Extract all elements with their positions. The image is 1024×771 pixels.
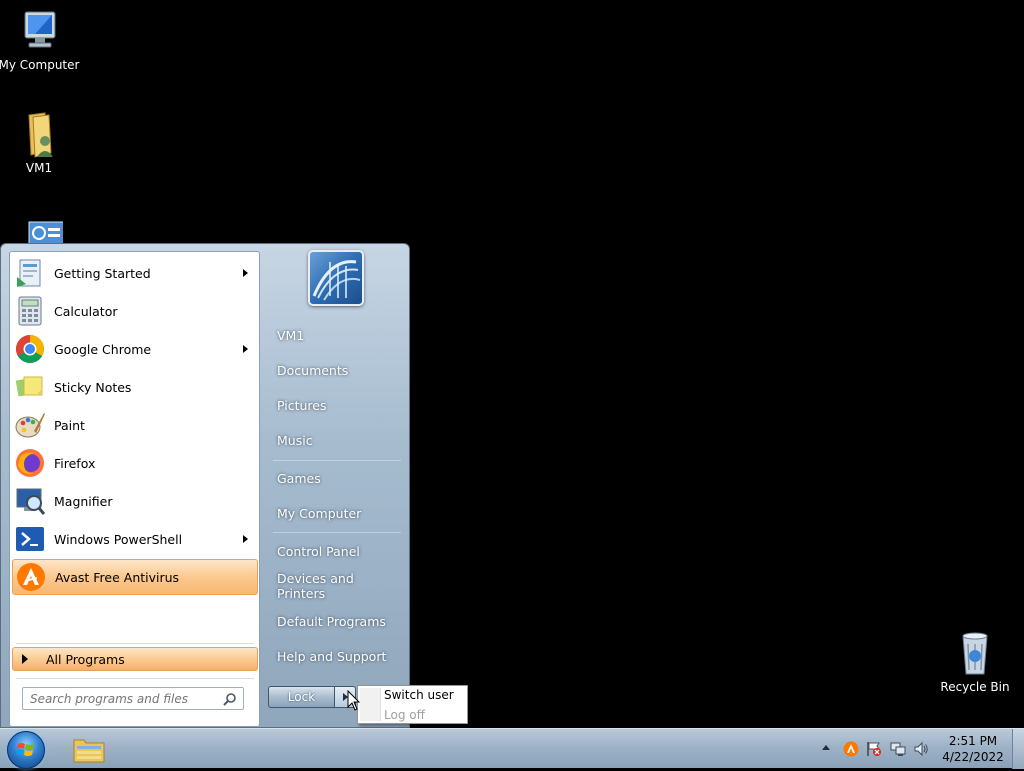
avast-tray-icon[interactable]: [843, 741, 859, 760]
right-item-help-and-support[interactable]: Help and Support: [268, 641, 403, 671]
clock-date: 4/22/2022: [942, 750, 1004, 764]
right-separator: [273, 532, 401, 533]
control-panel-icon: [15, 220, 78, 245]
program-sticky-notes[interactable]: Sticky Notes: [12, 369, 258, 405]
search-box[interactable]: [22, 687, 244, 710]
folder-icon: [73, 739, 105, 763]
right-item-my-computer[interactable]: My Computer: [268, 498, 403, 528]
menu-item-log-off[interactable]: Log off: [384, 708, 425, 722]
all-programs-button[interactable]: All Programs: [12, 647, 258, 671]
menu-gutter: [360, 688, 381, 721]
right-item-documents[interactable]: Documents: [268, 355, 403, 385]
submenu-arrow-icon[interactable]: [243, 269, 248, 277]
calculator-icon: [14, 295, 46, 327]
desktop-icon-control[interactable]: [0, 220, 82, 245]
avast-icon: [15, 561, 47, 593]
program-paint[interactable]: Paint: [12, 407, 258, 443]
program-label: Avast Free Antivirus: [55, 569, 180, 585]
program-label: Firefox: [54, 455, 96, 471]
taskbar-explorer-button[interactable]: [72, 734, 106, 764]
show-desktop-button[interactable]: [1012, 729, 1024, 769]
recycle-bin-icon: [951, 630, 999, 678]
programs-separator: [16, 643, 254, 644]
action-center-flag-icon[interactable]: [866, 741, 882, 760]
right-separator: [273, 460, 401, 461]
submenu-arrow-icon[interactable]: [243, 535, 248, 543]
program-label: Magnifier: [54, 493, 113, 509]
user-picture[interactable]: [308, 250, 364, 306]
program-windows-powershell[interactable]: Windows PowerShell: [12, 521, 258, 557]
getting-started-icon: [14, 257, 46, 289]
all-programs-arrow-icon: [22, 654, 28, 664]
magnifier-icon: [14, 485, 46, 517]
right-item-vm1[interactable]: VM1: [268, 320, 403, 350]
start-button[interactable]: [7, 731, 45, 769]
program-label: Calculator: [54, 303, 118, 319]
show-hidden-icons-icon[interactable]: [822, 745, 830, 750]
program-label: Getting Started: [54, 265, 151, 281]
desktop-icon-label: VM1: [25, 161, 53, 175]
all-programs-label: All Programs: [46, 651, 125, 667]
search-separator: [16, 678, 254, 679]
search-icon[interactable]: [223, 692, 237, 706]
lock-button[interactable]: Lock: [268, 686, 335, 708]
program-getting-started[interactable]: Getting Started: [12, 255, 258, 291]
search-input[interactable]: [30, 689, 215, 708]
clock-time: 2:51 PM: [948, 734, 998, 748]
program-label: Google Chrome: [54, 341, 152, 357]
firefox-icon: [14, 447, 46, 479]
volume-icon[interactable]: [913, 741, 929, 760]
right-item-games[interactable]: Games: [268, 463, 403, 493]
user-folder-icon: [15, 111, 63, 159]
powershell-icon: [14, 523, 46, 555]
windows-logo-icon: [16, 743, 34, 756]
desktop-icon-my-computer[interactable]: My Computer: [0, 8, 82, 72]
taskbar: 2:51 PM 4/22/2022: [0, 728, 1024, 769]
programs-pane: Getting Started Calculator Google Chrome…: [9, 251, 260, 727]
right-item-pictures[interactable]: Pictures: [268, 390, 403, 420]
program-label: Paint: [54, 417, 85, 433]
desktop-icon-vm1[interactable]: VM1: [0, 111, 82, 175]
computer-icon: [15, 8, 63, 56]
chrome-icon: [14, 333, 46, 365]
program-magnifier[interactable]: Magnifier: [12, 483, 258, 519]
right-item-music[interactable]: Music: [268, 425, 403, 455]
user-picture-icon: [312, 260, 361, 301]
network-icon[interactable]: [890, 741, 906, 760]
submenu-arrow-icon[interactable]: [243, 345, 248, 353]
sticky-notes-icon: [14, 371, 46, 403]
program-avast-free-antivirus[interactable]: Avast Free Antivirus: [12, 559, 258, 595]
program-label: Windows PowerShell: [54, 531, 183, 547]
paint-icon: [14, 409, 46, 441]
power-options-menu: Switch user Log off: [357, 685, 468, 724]
right-item-devices-and-printers[interactable]: Devices and Printers: [268, 571, 403, 601]
right-item-control-panel[interactable]: Control Panel: [268, 536, 403, 566]
program-firefox[interactable]: Firefox: [12, 445, 258, 481]
menu-item-switch-user[interactable]: Switch user: [384, 688, 454, 702]
right-item-default-programs[interactable]: Default Programs: [268, 606, 403, 636]
mouse-cursor-icon: [347, 690, 361, 711]
program-calculator[interactable]: Calculator: [12, 293, 258, 329]
desktop-icon-label: Recycle Bin: [940, 680, 1010, 694]
program-google-chrome[interactable]: Google Chrome: [12, 331, 258, 367]
desktop-icon-recycle-bin[interactable]: Recycle Bin: [932, 630, 1018, 694]
desktop-icon-label: My Computer: [0, 58, 80, 72]
taskbar-clock[interactable]: 2:51 PM 4/22/2022: [940, 733, 1006, 765]
start-menu: Getting Started Calculator Google Chrome…: [0, 243, 410, 728]
program-label: Sticky Notes: [54, 379, 132, 395]
